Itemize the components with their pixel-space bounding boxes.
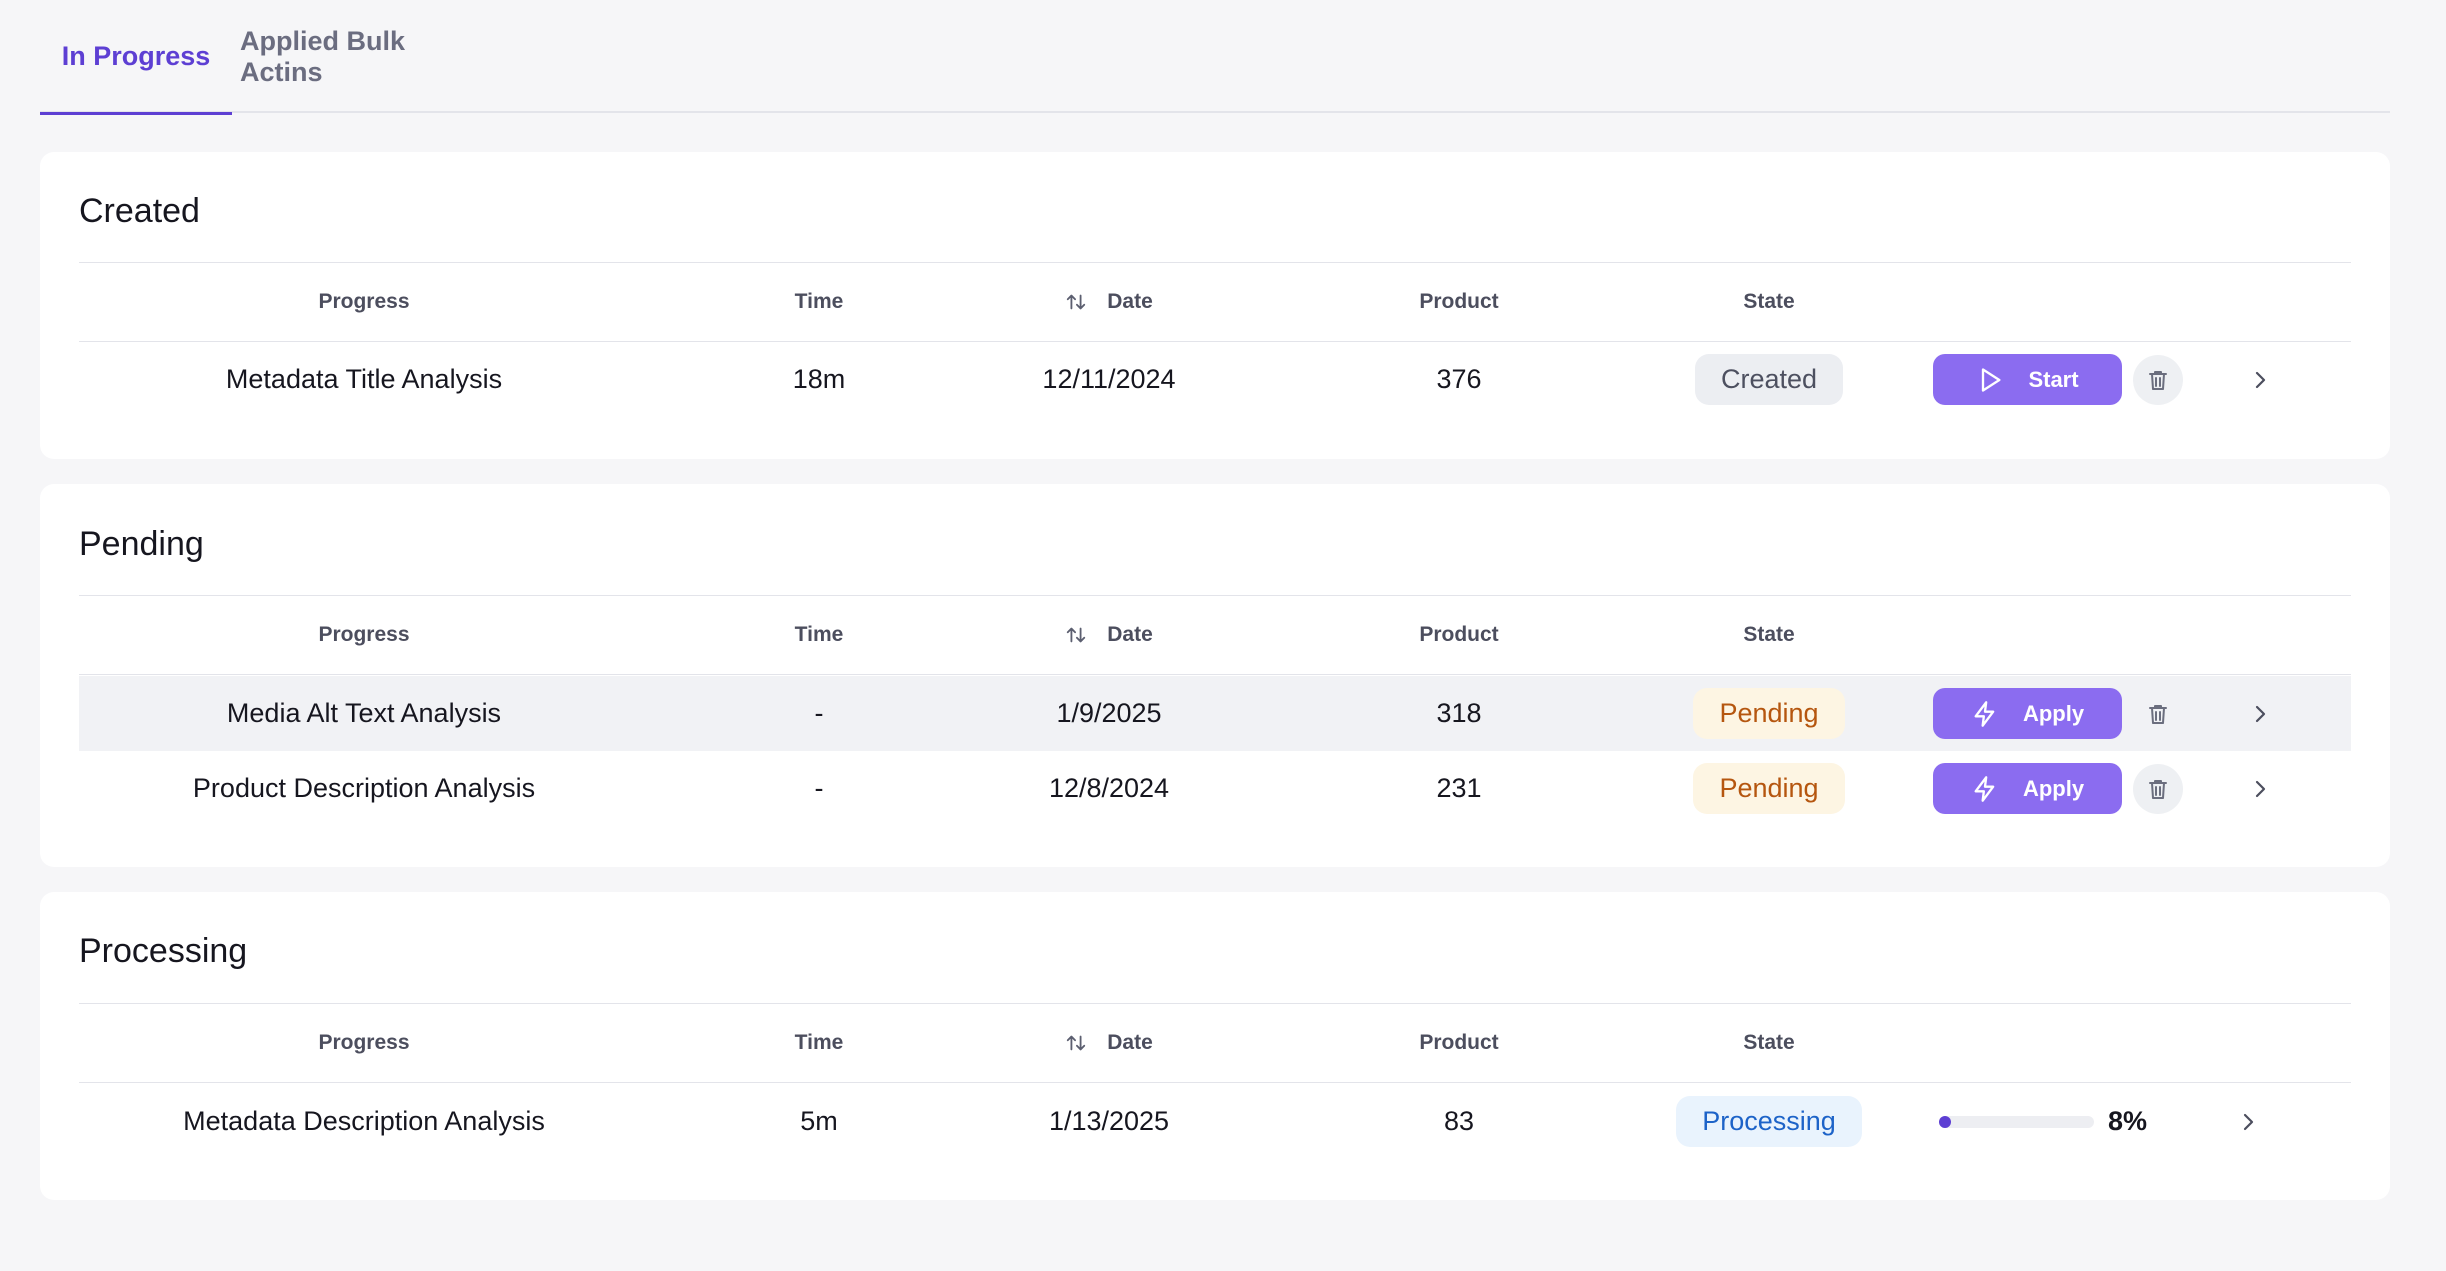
table-row[interactable]: Metadata Title Analysis 18m 12/11/2024 3…	[79, 342, 2351, 417]
column-header-date[interactable]: Date	[949, 595, 1269, 675]
table-header: Progress Time Date Product State	[79, 595, 2351, 675]
trash-icon	[2149, 705, 2167, 724]
column-header-time: Time	[794, 290, 844, 313]
column-header-date[interactable]: Date	[949, 262, 1269, 342]
chevron-right-icon	[2255, 780, 2266, 798]
date-header-label: Date	[1107, 290, 1153, 313]
tab-in-progress[interactable]: In Progress	[40, 0, 232, 115]
row-product: 83	[1443, 1106, 1475, 1136]
progress-track	[1939, 1115, 2094, 1128]
progress-indicator: 8%	[1939, 1084, 2147, 1159]
column-header-date[interactable]: Date	[949, 1003, 1269, 1083]
column-header-product: Product	[1419, 1031, 1499, 1054]
row-product: 376	[1436, 364, 1482, 394]
trash-icon	[2149, 780, 2167, 799]
row-state: Processing	[1619, 1084, 1919, 1159]
row-name: Product Description Analysis	[192, 773, 536, 803]
section-title: Created	[79, 192, 200, 230]
column-header-progress: Progress	[318, 1031, 410, 1054]
row-time: 18m	[792, 364, 846, 394]
sort-icon	[1067, 1035, 1086, 1051]
apply-button[interactable]: Apply	[1933, 688, 2122, 739]
progress-percent: 8%	[2108, 1106, 2148, 1136]
row-state: Created	[1619, 342, 1919, 417]
table-row[interactable]: Product Description Analysis - 12/8/2024…	[79, 751, 2351, 826]
processing-section: Processing Progress Time Date Product St…	[40, 892, 2390, 1200]
sort-icon	[1067, 294, 1086, 310]
row-product: 231	[1436, 773, 1482, 803]
trash-icon	[2149, 371, 2167, 390]
row-product: 318	[1436, 698, 1482, 728]
row-name: Media Alt Text Analysis	[226, 698, 502, 728]
date-header-label: Date	[1107, 623, 1153, 646]
column-header-time: Time	[794, 1031, 844, 1054]
chevron-right-icon	[2255, 371, 2266, 389]
row-time: 5m	[800, 1106, 838, 1136]
chevron-right-icon	[2255, 705, 2266, 723]
row-date: 12/8/2024	[1048, 773, 1170, 803]
progress-fill	[1939, 1115, 1952, 1128]
status-badge: Pending	[1693, 763, 1845, 814]
table-row[interactable]: Media Alt Text Analysis - 1/9/2025 318 P…	[79, 676, 2351, 751]
section-title: Processing	[79, 932, 248, 970]
sort-icon	[1067, 627, 1086, 643]
apply-button-label: Apply	[2022, 700, 2085, 726]
play-icon	[1982, 367, 2001, 392]
table-header: Progress Time Date Product State	[79, 1003, 2351, 1083]
lightning-icon	[1974, 700, 1995, 727]
section-title: Pending	[79, 525, 204, 563]
pending-section: Pending Progress Time Date Product State…	[40, 484, 2390, 867]
column-header-time: Time	[794, 623, 844, 646]
row-name: Metadata Title Analysis	[225, 364, 503, 394]
date-header-label: Date	[1107, 1031, 1153, 1054]
delete-button[interactable]	[2133, 689, 2183, 739]
start-button[interactable]: Start	[1933, 354, 2122, 405]
table-row[interactable]: Metadata Description Analysis 5m 1/13/20…	[79, 1084, 2351, 1159]
row-time: -	[814, 773, 824, 803]
column-header-progress: Progress	[318, 623, 410, 646]
apply-button[interactable]: Apply	[1933, 763, 2122, 814]
status-badge: Created	[1694, 354, 1844, 405]
open-details-button[interactable]	[2241, 695, 2279, 733]
delete-button[interactable]	[2133, 355, 2183, 405]
apply-button-label: Apply	[2022, 775, 2085, 801]
open-details-button[interactable]	[2241, 770, 2279, 808]
row-time: -	[814, 698, 824, 728]
created-section: Created Progress Time Date Product State…	[40, 152, 2390, 459]
table-header: Progress Time Date Product State	[79, 262, 2351, 342]
status-badge: Pending	[1693, 688, 1845, 739]
chevron-right-icon	[2243, 1113, 2254, 1131]
row-date: 1/13/2025	[1048, 1106, 1170, 1136]
row-date: 1/9/2025	[1056, 698, 1162, 728]
row-state: Pending	[1619, 751, 1919, 826]
row-name: Metadata Description Analysis	[183, 1106, 545, 1136]
tab-applied-bulk-actions[interactable]: Applied Bulk Actins	[240, 0, 420, 113]
start-button-label: Start	[2028, 366, 2079, 392]
status-badge: Processing	[1676, 1096, 1862, 1147]
column-header-progress: Progress	[318, 290, 410, 313]
delete-button[interactable]	[2133, 764, 2183, 814]
row-state: Pending	[1619, 676, 1919, 751]
column-header-state: State	[1743, 1031, 1795, 1054]
column-header-product: Product	[1419, 623, 1499, 646]
lightning-icon	[1974, 775, 1995, 802]
column-header-state: State	[1743, 290, 1795, 313]
row-date: 12/11/2024	[1042, 364, 1176, 394]
bulk-actions-page: In Progress Applied Bulk Actins Created …	[0, 0, 2446, 1271]
tab-bar: In Progress Applied Bulk Actins	[40, 0, 2390, 115]
open-details-button[interactable]	[2241, 361, 2279, 399]
column-header-product: Product	[1419, 290, 1499, 313]
column-header-state: State	[1743, 623, 1795, 646]
open-details-button[interactable]	[2229, 1103, 2267, 1141]
